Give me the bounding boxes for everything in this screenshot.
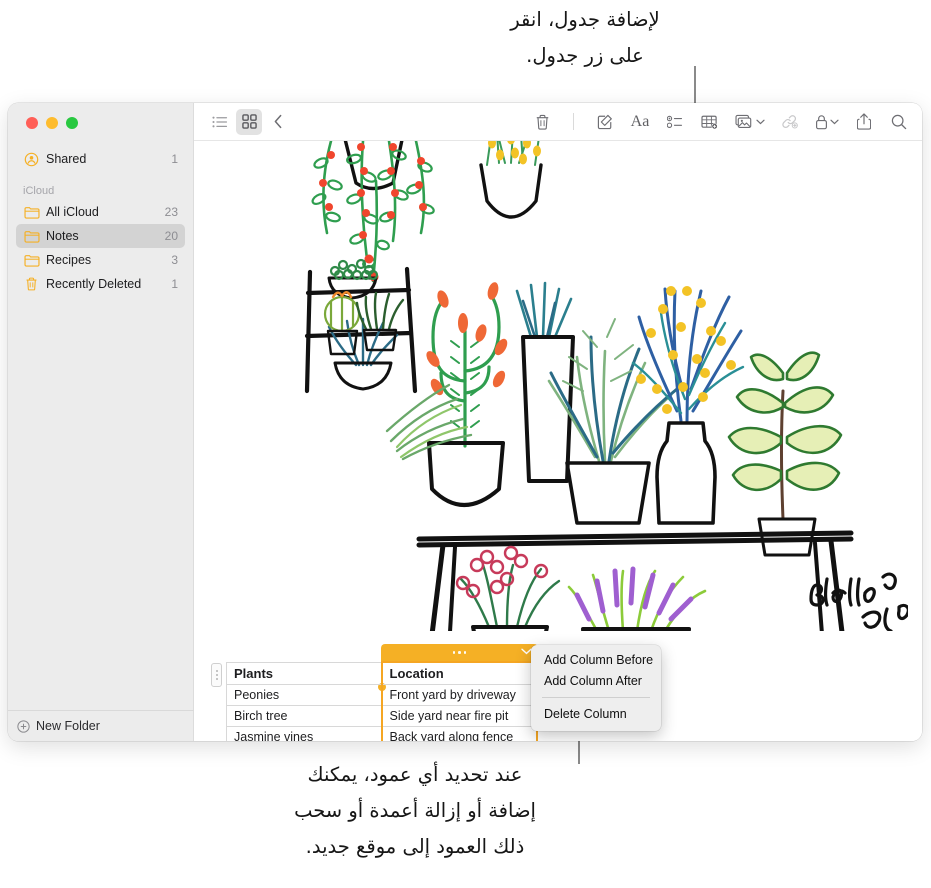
table-cell[interactable]: Side yard near fire pit bbox=[380, 705, 538, 727]
note-body[interactable]: Plants Location Peonies Front yard by dr… bbox=[194, 141, 922, 741]
sidebar-item-all-icloud[interactable]: All iCloud 23 bbox=[16, 200, 185, 224]
checklist-button[interactable] bbox=[662, 109, 688, 135]
callout-text-top: لإضافة جدول، انقر على زر جدول. bbox=[510, 8, 660, 67]
folder-icon bbox=[23, 229, 40, 244]
sidebar-item-label: All iCloud bbox=[46, 205, 99, 219]
sidebar-item-count: 1 bbox=[171, 152, 178, 166]
menu-item-add-column-after[interactable]: Add Column After bbox=[531, 671, 661, 692]
sidebar-item-count: 23 bbox=[164, 205, 178, 219]
table-header-cell-plants[interactable]: Plants bbox=[226, 661, 382, 685]
back-button[interactable] bbox=[265, 109, 291, 135]
lock-note-button[interactable] bbox=[812, 109, 842, 135]
close-window-button[interactable] bbox=[26, 117, 38, 129]
trash-icon bbox=[23, 277, 40, 292]
sidebar-item-count: 20 bbox=[164, 229, 178, 243]
table-row: Jasmine vines Back yard along fence bbox=[226, 726, 538, 741]
table-header-row: Plants Location bbox=[226, 661, 538, 685]
new-folder-button[interactable]: New Folder bbox=[8, 710, 194, 741]
sidebar-item-count: 3 bbox=[171, 253, 178, 267]
list-view-button[interactable] bbox=[207, 109, 233, 135]
sidebar-section-header: iCloud bbox=[23, 185, 55, 197]
sidebar-item-label: Notes bbox=[46, 229, 79, 243]
format-button[interactable]: Aa bbox=[627, 109, 653, 135]
row-handle-grabber[interactable] bbox=[211, 663, 222, 687]
sidebar-item-label: Shared bbox=[46, 152, 87, 166]
column-context-menu: Add Column Before Add Column After Delet… bbox=[531, 645, 661, 731]
search-button[interactable] bbox=[886, 109, 912, 135]
note-artwork bbox=[211, 141, 908, 631]
chevron-down-icon bbox=[830, 119, 839, 125]
screenshot-root: لإضافة جدول، انقر على زر جدول. عند تحديد… bbox=[0, 0, 931, 888]
format-label: Aa bbox=[630, 112, 650, 130]
new-folder-label: New Folder bbox=[36, 719, 100, 733]
insert-table-button[interactable] bbox=[697, 109, 723, 135]
table-cell[interactable]: Birch tree bbox=[226, 705, 382, 727]
insert-media-button[interactable] bbox=[732, 109, 768, 135]
compose-note-button[interactable] bbox=[592, 109, 618, 135]
column-handle-selected[interactable] bbox=[381, 644, 538, 661]
menu-divider bbox=[542, 697, 650, 698]
shared-person-icon bbox=[23, 152, 40, 167]
window-traffic-lights bbox=[26, 117, 78, 129]
plus-circle-icon bbox=[17, 719, 30, 733]
menu-item-delete-column[interactable]: Delete Column bbox=[531, 704, 661, 725]
table-row: Peonies Front yard by driveway bbox=[226, 684, 538, 706]
table-cell[interactable]: Back yard along fence bbox=[380, 726, 538, 741]
delete-note-button[interactable] bbox=[529, 109, 555, 135]
sidebar: Shared 1 iCloud All iCloud 23 Notes 20 R… bbox=[8, 103, 194, 741]
plants-table[interactable]: Plants Location Peonies Front yard by dr… bbox=[226, 661, 538, 741]
toolbar-divider bbox=[573, 113, 574, 130]
sidebar-item-label: Recently Deleted bbox=[46, 277, 142, 291]
toolbar: Aa bbox=[194, 103, 922, 141]
callout-text-bottom: عند تحديد أي عمود، يمكنك إضافة أو إزالة … bbox=[294, 763, 536, 858]
note-pane: Aa Plants Location Peonies Front yard by… bbox=[194, 103, 922, 741]
table-cell[interactable]: Peonies bbox=[226, 684, 382, 706]
sidebar-item-recipes[interactable]: Recipes 3 bbox=[16, 248, 185, 272]
maximize-window-button[interactable] bbox=[66, 117, 78, 129]
sidebar-item-count: 1 bbox=[171, 277, 178, 291]
sidebar-item-label: Recipes bbox=[46, 253, 92, 267]
folder-icon bbox=[23, 205, 40, 220]
add-link-button[interactable] bbox=[777, 109, 803, 135]
share-button[interactable] bbox=[851, 109, 877, 135]
sidebar-item-shared[interactable]: Shared 1 bbox=[16, 147, 185, 171]
menu-item-add-column-before[interactable]: Add Column Before bbox=[531, 650, 661, 671]
column-handle-dots-icon bbox=[452, 651, 467, 654]
folder-icon bbox=[23, 253, 40, 268]
table-row: Birch tree Side yard near fire pit bbox=[226, 705, 538, 727]
chevron-down-icon bbox=[756, 119, 765, 125]
minimize-window-button[interactable] bbox=[46, 117, 58, 129]
table-cell[interactable]: Jasmine vines bbox=[226, 726, 382, 741]
gallery-view-button[interactable] bbox=[236, 108, 262, 135]
notes-app-window: Shared 1 iCloud All iCloud 23 Notes 20 R… bbox=[8, 103, 922, 741]
sidebar-item-notes[interactable]: Notes 20 bbox=[16, 224, 185, 248]
sidebar-item-recently-deleted[interactable]: Recently Deleted 1 bbox=[16, 272, 185, 296]
table-cell[interactable]: Front yard by driveway bbox=[380, 684, 538, 706]
table-header-cell-location[interactable]: Location bbox=[380, 661, 538, 685]
